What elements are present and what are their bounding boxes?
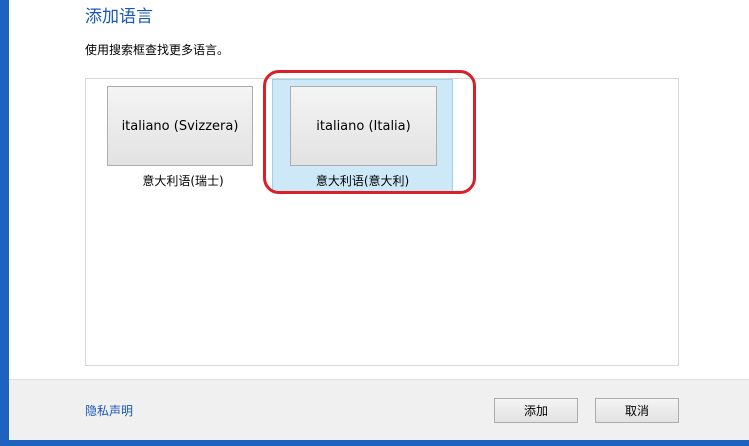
add-language-dialog: 添加语言 使用搜索框查找更多语言。 italiano (Svizzera) 意大…	[9, 0, 749, 440]
language-tile-italian-switzerland[interactable]: italiano (Svizzera) 意大利语(瑞士)	[98, 79, 268, 192]
privacy-statement-link[interactable]: 隐私声明	[85, 402, 133, 419]
window-frame-bottom	[0, 440, 749, 446]
instruction-text: 使用搜索框查找更多语言。	[85, 43, 230, 57]
dialog-title: 添加语言	[85, 7, 153, 27]
dialog-footer: 隐私声明 添加 取消	[9, 379, 749, 440]
language-localized-name: 意大利语(瑞士)	[142, 174, 224, 188]
language-list: italiano (Svizzera) 意大利语(瑞士) italiano (I…	[85, 78, 679, 366]
language-localized-name: 意大利语(意大利)	[315, 174, 410, 188]
language-native-name[interactable]: italiano (Italia)	[290, 86, 437, 166]
cancel-button[interactable]: 取消	[595, 398, 679, 423]
language-tile-italian-italy[interactable]: italiano (Italia) 意大利语(意大利)	[272, 79, 453, 192]
window-frame-left	[0, 0, 9, 446]
add-button[interactable]: 添加	[494, 398, 578, 423]
language-native-name[interactable]: italiano (Svizzera)	[107, 86, 253, 166]
